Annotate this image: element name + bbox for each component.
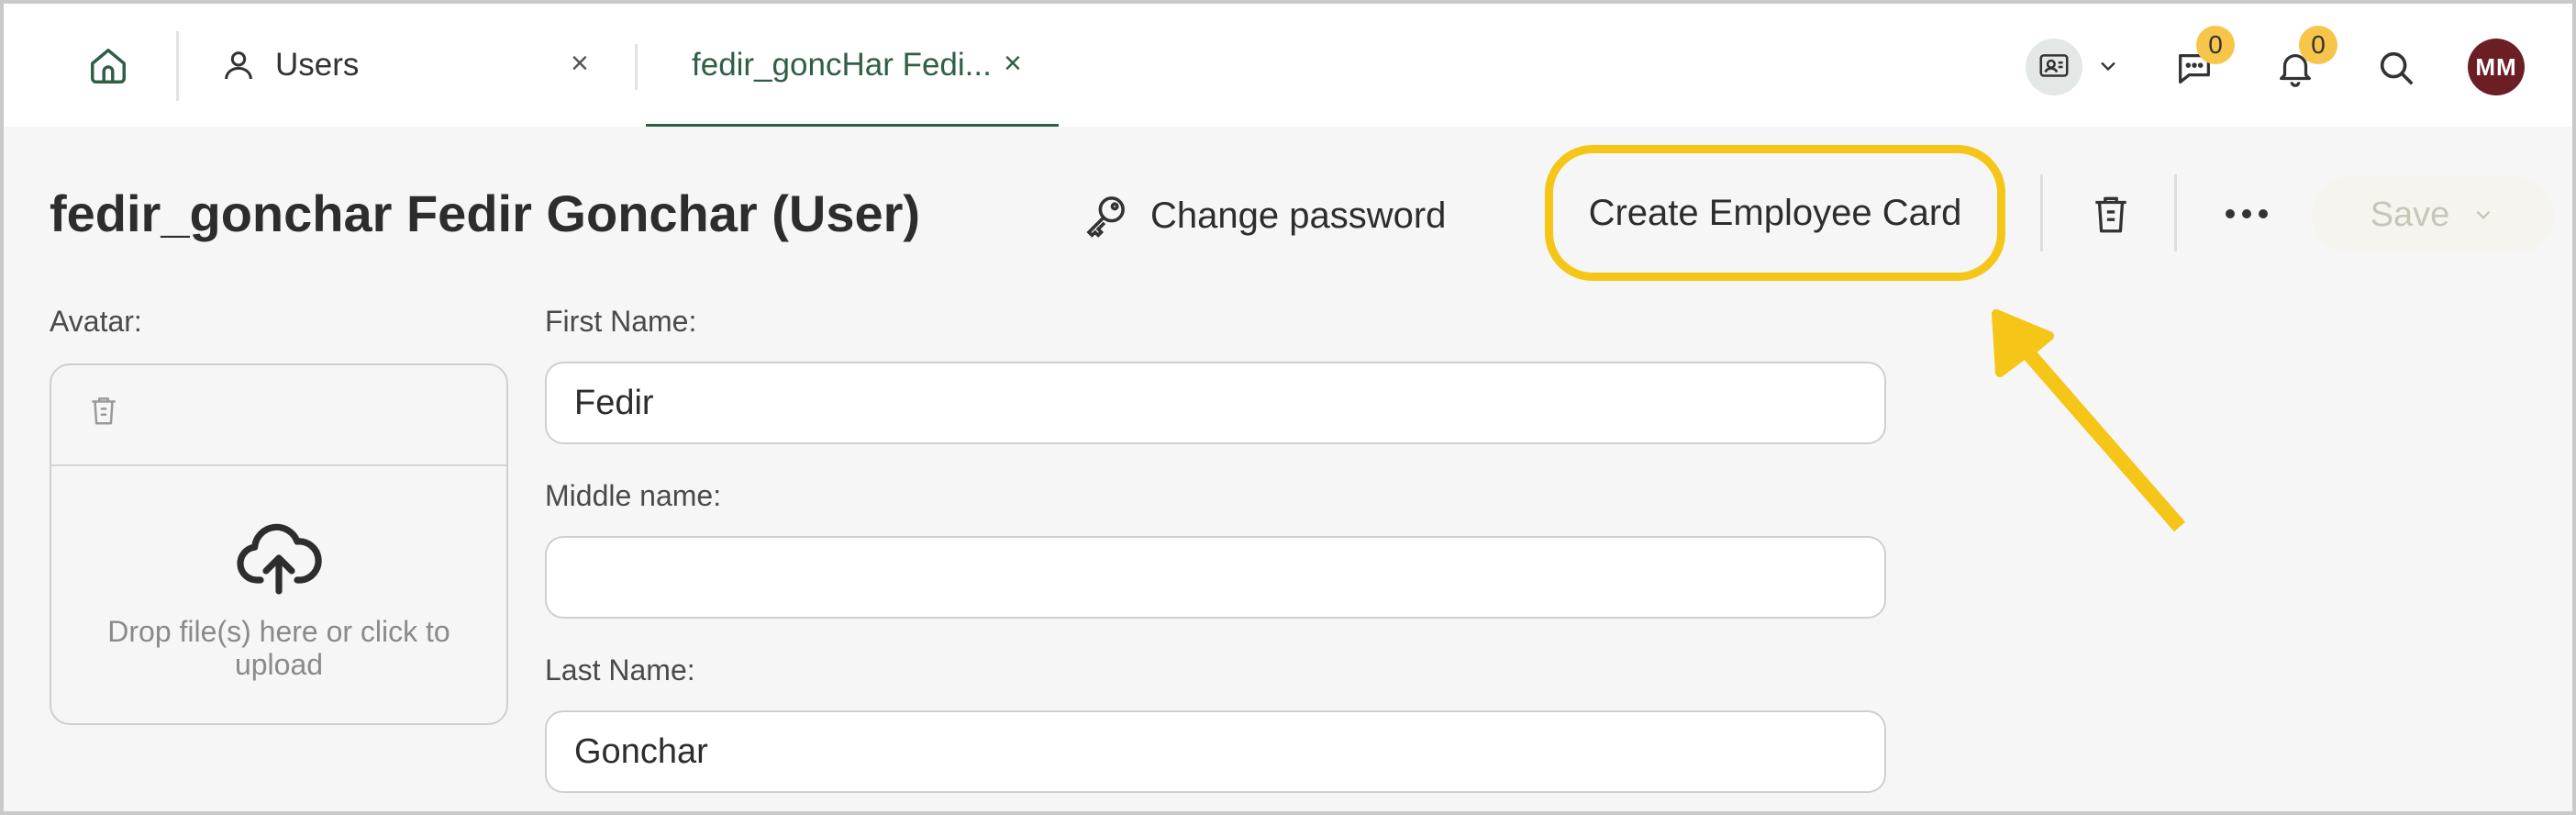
page-title: fedir_gonchar Fedir Gonchar (User) xyxy=(50,184,921,242)
tab-divider xyxy=(635,44,638,90)
first-name-input[interactable]: Fedir xyxy=(545,362,1886,444)
middle-name-label: Middle name: xyxy=(545,479,722,512)
notification-count-badge: 0 xyxy=(2299,26,2337,64)
tab-user-label: fedir_goncHar Fedi... xyxy=(692,47,992,83)
user-icon xyxy=(225,51,252,80)
tab-user-close-button[interactable]: × xyxy=(1004,48,1022,79)
more-horizontal-icon xyxy=(2226,209,2268,218)
home-button[interactable] xyxy=(72,37,145,95)
tab-divider xyxy=(176,31,179,101)
last-name-input[interactable]: Gonchar xyxy=(545,710,1886,793)
tab-users[interactable]: Users xyxy=(220,4,605,127)
tab-user-fedir[interactable]: fedir_goncHar Fedi... xyxy=(646,4,1059,127)
save-button[interactable]: Save xyxy=(2312,176,2554,253)
upload-hint: Drop file(s) here or click to upload xyxy=(107,615,450,681)
id-card-icon xyxy=(2039,54,2069,77)
avatar-upload-area[interactable]: Drop file(s) here or click to upload xyxy=(50,363,508,725)
middle-name-input[interactable] xyxy=(545,536,1886,619)
home-icon xyxy=(91,49,126,84)
create-employee-card-label: Create Employee Card xyxy=(1588,192,1962,233)
workspace-switcher-button[interactable] xyxy=(2026,39,2082,95)
tab-users-close-button[interactable]: × xyxy=(571,48,589,79)
chevron-down-icon[interactable] xyxy=(2095,53,2121,79)
key-icon xyxy=(1086,196,1125,238)
annotation-arrow-icon xyxy=(1992,309,2186,532)
avatar-label: Avatar: xyxy=(50,305,142,338)
tab-users-label: Users xyxy=(275,47,360,83)
change-password-button[interactable]: Change password xyxy=(1081,184,1446,248)
first-name-label: First Name: xyxy=(545,305,697,338)
search-button[interactable] xyxy=(2369,40,2424,95)
trash-icon[interactable] xyxy=(86,393,121,428)
user-avatar[interactable]: MM xyxy=(2468,39,2525,95)
more-actions-button[interactable] xyxy=(2215,182,2279,246)
save-label: Save xyxy=(2370,195,2450,234)
search-icon xyxy=(2380,51,2414,85)
toolbar-divider xyxy=(2040,174,2043,251)
cloud-upload-icon xyxy=(237,523,322,595)
last-name-label: Last Name: xyxy=(545,653,695,687)
avatar-divider xyxy=(51,464,506,466)
active-tab-indicator xyxy=(646,124,1059,127)
tab-bar: Users × fedir_goncHar Fedi... × 0 0 MM xyxy=(4,4,2572,127)
app-window: Users × fedir_goncHar Fedi... × 0 0 MM f… xyxy=(0,0,2576,815)
chevron-down-icon xyxy=(2476,210,2491,219)
change-password-label: Change password xyxy=(1150,195,1447,236)
toolbar-divider xyxy=(2174,174,2177,251)
chat-count-badge: 0 xyxy=(2196,26,2235,64)
delete-button[interactable] xyxy=(2079,182,2143,246)
create-employee-card-button[interactable]: Create Employee Card xyxy=(1545,145,2005,281)
trash-icon xyxy=(2095,196,2126,233)
